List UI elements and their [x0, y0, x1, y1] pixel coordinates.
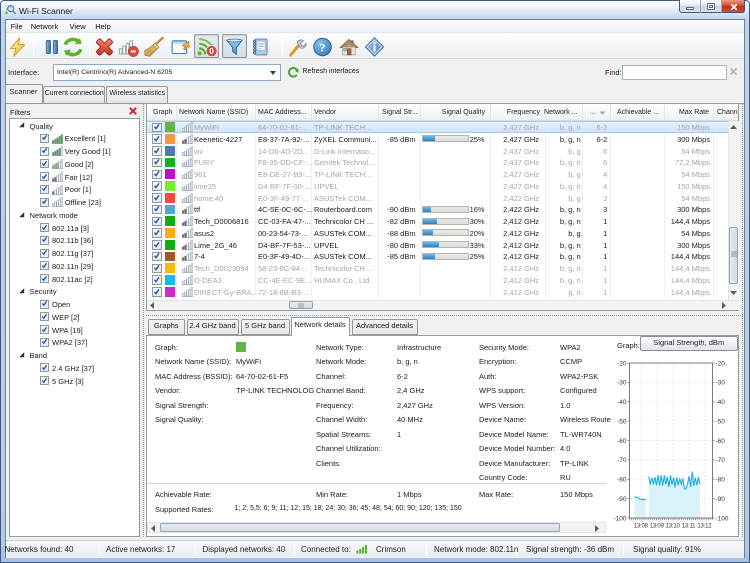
svg-text:-30: -30	[716, 380, 726, 387]
svg-text:-80: -80	[716, 477, 726, 484]
svg-text:-40: -40	[716, 399, 726, 406]
svg-text:13:09: 13:09	[650, 524, 665, 530]
svg-text:13:10: 13:10	[666, 524, 681, 530]
svg-text:-90: -90	[716, 496, 726, 503]
svg-text:-100: -100	[716, 515, 729, 522]
svg-text:-40: -40	[617, 399, 627, 406]
svg-text:13:12: 13:12	[697, 524, 712, 530]
svg-text:-90: -90	[617, 496, 627, 503]
svg-text:13:11: 13:11	[682, 524, 696, 530]
svg-text:-20: -20	[716, 360, 726, 367]
svg-text:-70: -70	[617, 457, 627, 464]
svg-text:-70: -70	[716, 457, 726, 464]
svg-text:-30: -30	[617, 380, 627, 387]
svg-text:-50: -50	[716, 418, 726, 425]
svg-text:13:08: 13:08	[634, 524, 649, 530]
svg-text:?: ?	[320, 40, 326, 54]
svg-text:-20: -20	[617, 360, 627, 367]
svg-text:-60: -60	[716, 438, 726, 445]
svg-text:0: 0	[209, 47, 214, 56]
svg-text:-80: -80	[617, 477, 627, 484]
svg-text:-100: -100	[613, 515, 626, 522]
svg-text:-50: -50	[617, 418, 627, 425]
svg-text:-60: -60	[617, 438, 627, 445]
